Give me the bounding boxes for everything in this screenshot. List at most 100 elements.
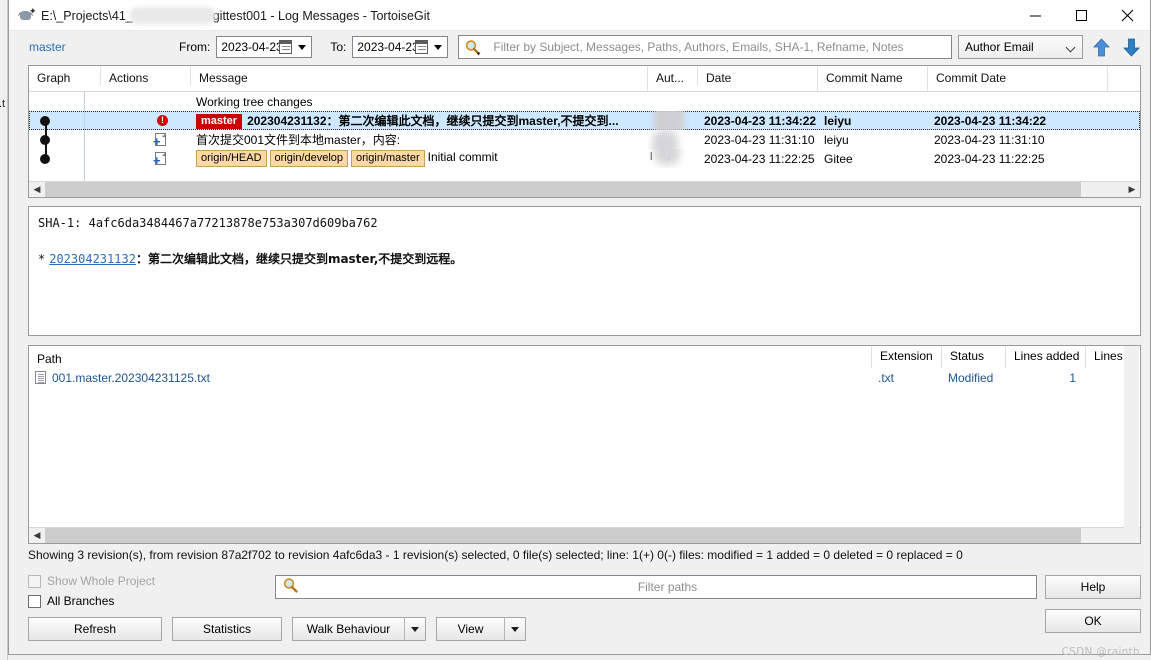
commit-name-cell: leiyu xyxy=(824,132,849,147)
scrollbar-thumb[interactable] xyxy=(45,528,1081,543)
statistics-button[interactable]: Statistics xyxy=(172,617,282,641)
filter-toolbar: master From: 2023-04-23 To: 2023-04-23 F… xyxy=(9,31,1150,63)
window-title-suffix: gittest001 - Log Messages - TortoiseGit xyxy=(212,8,430,23)
file-list-horizontal-scrollbar[interactable]: ◀ ▶ xyxy=(29,527,1140,543)
ref-badge-master: master xyxy=(196,114,243,129)
from-date-value: 2023-04-23 xyxy=(221,40,283,54)
current-branch-link[interactable]: master xyxy=(29,40,179,54)
commit-body-line: * 202304231132：第二次编辑此文档，继续只提交到master,不提交到… xyxy=(38,250,1131,268)
actions-cell xyxy=(101,92,191,111)
column-header-lines-added[interactable]: Lines added xyxy=(1006,346,1086,368)
sha1-label: SHA-1: xyxy=(38,216,82,230)
actions-cell: + xyxy=(101,130,191,149)
walk-behaviour-dropdown[interactable] xyxy=(404,617,426,641)
search-icon[interactable] xyxy=(282,577,299,597)
filter-scope-select[interactable]: Author Email xyxy=(958,35,1083,59)
view-button[interactable]: View xyxy=(436,617,504,641)
walk-behaviour-split-button[interactable]: Walk Behaviour xyxy=(292,617,426,641)
redacted-author xyxy=(654,111,684,130)
redacted-author xyxy=(652,130,678,149)
table-row[interactable]: + 首次提交001文件到本地master，内容: 2023-04-23 11:3… xyxy=(29,130,1140,149)
scroll-right-icon[interactable]: ▶ xyxy=(1124,182,1140,197)
to-date-input[interactable]: 2023-04-23 xyxy=(352,36,449,58)
commit-message: 首次提交001文件到本地master，内容: xyxy=(196,133,401,147)
from-date-input[interactable]: 2023-04-23 xyxy=(216,36,313,58)
show-whole-project-checkbox[interactable]: Show Whole Project xyxy=(28,574,155,588)
column-header-actions[interactable]: Actions xyxy=(101,66,191,85)
scroll-left-icon[interactable]: ◀ xyxy=(29,182,45,197)
working-tree-changes-label: Working tree changes xyxy=(196,94,313,109)
scrollbar-thumb[interactable] xyxy=(45,182,1081,197)
graph-node-icon xyxy=(40,116,50,126)
scrollbar-track[interactable] xyxy=(45,182,1124,197)
actions-cell: ! xyxy=(101,111,191,130)
author-cell xyxy=(648,111,698,130)
list-item[interactable]: 001.master.202304231125.txt .txt Modifie… xyxy=(29,368,1140,387)
column-header-status[interactable]: Status xyxy=(942,346,1006,368)
table-row[interactable]: + origin/HEAD origin/develop origin/master… xyxy=(29,149,1140,168)
table-row-working-tree[interactable]: Working tree changes xyxy=(29,92,1140,111)
column-header-author[interactable]: Aut... xyxy=(648,66,698,85)
path-filter-input[interactable]: Filter paths xyxy=(275,575,1037,599)
maximize-button[interactable] xyxy=(1058,0,1104,31)
column-header-commit-name[interactable]: Commit Name xyxy=(818,66,928,91)
sort-descending-button[interactable] xyxy=(1119,34,1143,60)
tortoisegit-icon: ✦ xyxy=(17,7,37,23)
column-header-extension[interactable]: Extension xyxy=(872,346,942,368)
file-list-header: Path Extension Status Lines added Lines xyxy=(29,346,1140,368)
view-dropdown[interactable] xyxy=(504,617,526,641)
column-header-message[interactable]: Message xyxy=(191,66,648,91)
path-filter-placeholder: Filter paths xyxy=(637,580,698,594)
filter-scope-value: Author Email xyxy=(965,40,1034,54)
search-icon[interactable] xyxy=(459,39,485,56)
help-button[interactable]: Help xyxy=(1045,575,1141,599)
column-header-date[interactable]: Date xyxy=(698,66,818,91)
date-cell: 2023-04-23 11:22:25 xyxy=(704,151,815,166)
minimize-button[interactable] xyxy=(1012,0,1058,31)
show-whole-project-label: Show Whole Project xyxy=(47,574,156,588)
column-header-path[interactable]: Path xyxy=(29,346,872,368)
table-row[interactable]: ! master 202304231132：第二次编辑此文档，继续只提交到mast… xyxy=(29,111,1140,130)
chevron-down-icon[interactable] xyxy=(434,45,443,50)
file-list-rows: 001.master.202304231125.txt .txt Modifie… xyxy=(29,368,1140,527)
close-button[interactable] xyxy=(1104,0,1150,31)
status-text: Showing 3 revision(s), from revision 87a… xyxy=(28,548,963,562)
column-header-commit-date[interactable]: Commit Date xyxy=(928,66,1108,91)
help-label: Help xyxy=(1080,580,1106,594)
ref-badge-origin-head: origin/HEAD xyxy=(196,150,267,167)
commit-message-pane[interactable]: SHA-1: 4afc6da3484467a77213878e753a307d6… xyxy=(28,206,1141,336)
log-list[interactable]: Graph Actions Message Aut... Date Commit… xyxy=(28,65,1141,198)
bottom-controls: Show Whole Project All Branches Refresh … xyxy=(9,566,1150,658)
column-header-graph[interactable]: Graph xyxy=(29,66,101,85)
graph-cell xyxy=(29,92,101,111)
graph-cell xyxy=(29,149,101,168)
changed-files-list[interactable]: Path Extension Status Lines added Lines … xyxy=(28,345,1141,544)
log-list-horizontal-scrollbar[interactable]: ◀ ▶ xyxy=(29,181,1140,197)
log-list-header: Graph Actions Message Aut... Date Commit… xyxy=(29,66,1140,92)
message-cell: origin/HEAD origin/develop origin/master In… xyxy=(191,150,648,167)
commit-name-cell: Gitee xyxy=(824,151,853,166)
file-list-vertical-scrollbar[interactable] xyxy=(1124,346,1139,543)
checkbox-box[interactable] xyxy=(28,594,41,608)
all-branches-checkbox[interactable]: All Branches xyxy=(28,594,114,608)
bug-id-link[interactable]: 202304231132 xyxy=(49,252,136,266)
plus-icon: + xyxy=(153,153,161,168)
all-branches-label: All Branches xyxy=(47,594,115,608)
ref-badge-origin-develop: origin/develop xyxy=(269,150,349,167)
filter-input[interactable]: Filter by Subject, Messages, Paths, Auth… xyxy=(485,40,903,54)
view-split-button[interactable]: View xyxy=(436,617,526,641)
scrollbar-track[interactable] xyxy=(45,528,1124,543)
date-cell: 2023-04-23 11:34:22 xyxy=(704,113,817,128)
chevron-down-icon xyxy=(1065,42,1076,53)
refresh-button[interactable]: Refresh xyxy=(28,617,162,641)
checkbox-box[interactable] xyxy=(28,574,41,588)
scroll-left-icon[interactable]: ◀ xyxy=(29,528,45,543)
filter-search-box[interactable]: Filter by Subject, Messages, Paths, Auth… xyxy=(458,35,952,59)
file-path-cell: 001.master.202304231125.txt xyxy=(29,371,872,385)
walk-behaviour-button[interactable]: Walk Behaviour xyxy=(292,617,404,641)
chevron-down-icon[interactable] xyxy=(298,45,307,50)
ok-button[interactable]: OK xyxy=(1045,609,1141,633)
bullet-marker: * xyxy=(38,252,46,266)
sort-ascending-button[interactable] xyxy=(1089,34,1113,60)
window-controls xyxy=(1012,0,1150,31)
